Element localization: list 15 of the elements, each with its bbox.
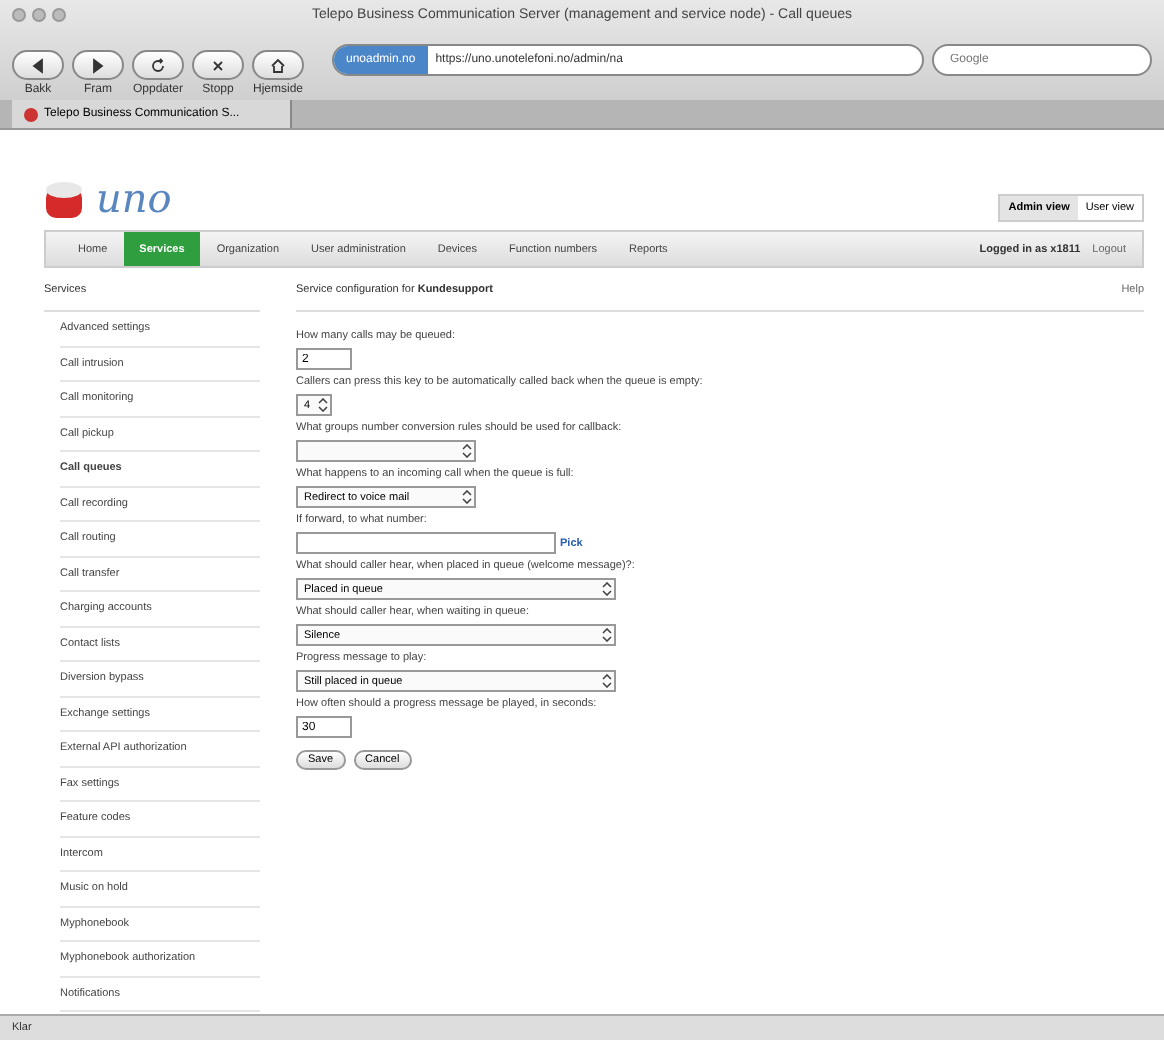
forward-icon [88,55,108,75]
caret-icon [462,444,472,458]
reload-icon [148,55,168,75]
logo-icon [44,176,88,220]
dropdown[interactable] [296,440,476,462]
caret-icon [602,582,612,596]
stop-icon [208,55,228,75]
home-icon [268,55,288,75]
back-icon [28,55,48,75]
caret-icon [462,490,472,504]
number-field[interactable] [296,532,556,554]
logo-text: uno [96,174,172,222]
caret-icon [602,674,612,688]
caret-icon [602,628,612,642]
caret-icon [318,398,328,412]
